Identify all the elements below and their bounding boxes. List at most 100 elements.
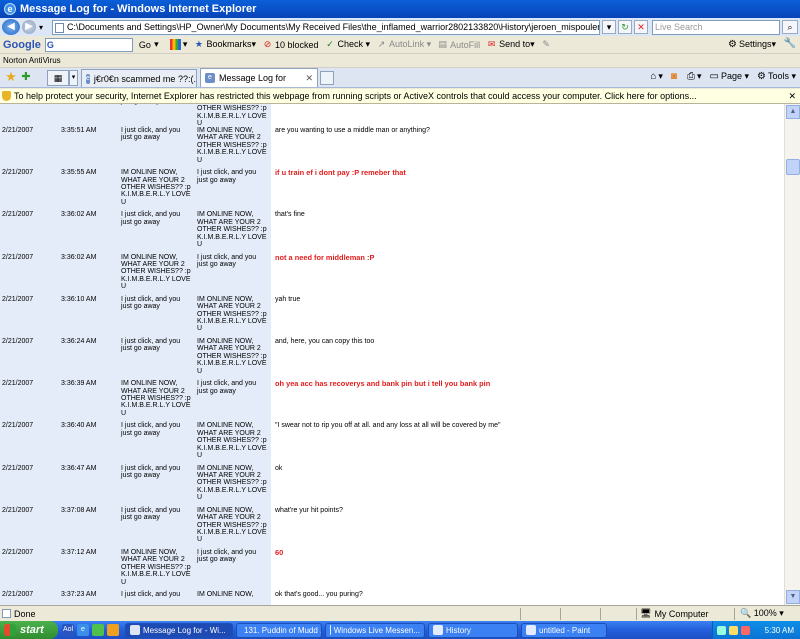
url-input[interactable]: C:\Documents and Settings\HP_Owner\My Do… [52,19,600,35]
add-favorites-icon[interactable]: ✚ [19,69,33,85]
quick-launch: Aol e [62,624,122,636]
send-to-label: Send to▾ [499,39,535,49]
cell-date: 2/21/2007 [2,506,34,514]
live-search-input[interactable]: Live Search [652,19,780,35]
close-icon[interactable]: ✕ [788,89,796,103]
scroll-down-icon[interactable]: ▼ [786,590,800,604]
new-tab-button[interactable] [320,71,334,85]
popup-blocker-button[interactable]: ⊘ 10 blocked [262,39,319,50]
google-go-label: Go [138,39,151,50]
star-icon: ★ [194,39,203,49]
cell-date: 2/21/2007 [2,549,34,556]
cell-time: 3:36:24 AM [61,338,97,345]
cell-message: and, here, you can copy this too [271,338,507,381]
back-button[interactable]: ◀ [2,19,20,35]
cell-time: 3:37:23 AM [61,591,97,599]
scroll-up-icon[interactable]: ▲ [786,105,800,119]
cell-from: I just click, and you just go away [121,127,181,142]
send-icon: ✉ [487,39,496,49]
shield-icon [2,91,11,101]
taskbar-button[interactable]: 131. Puddin of Mudd ... [236,622,322,638]
taskbar-button[interactable]: Message Log for - Wi... [125,622,233,638]
tab-scammed[interactable]: e j€r0€n scammed me ??:(... - ... [81,69,197,87]
google-search-input[interactable]: G [44,37,133,52]
google-settings-button[interactable]: ⚙ Settings▾ [728,39,776,50]
favorites-star-icon[interactable]: ★ [3,69,19,85]
print-button[interactable]: ⎙ ▾ [687,71,702,82]
messenger-icon[interactable] [92,624,104,636]
status-page-icon [2,609,11,618]
taskbar-button[interactable]: untitled - Paint [521,622,607,638]
command-bar: ⌂ ▾ ◙ ⎙ ▾ ▭ Page ▾ ⚙ Tools ▾ [642,71,796,82]
google-logo: Google [3,38,41,51]
bookmarks-button[interactable]: ★ Bookmarks▾ [193,39,256,50]
cell-date: 2/21/2007 [2,464,34,472]
recent-pages-dropdown[interactable]: ▾ [36,23,46,32]
page-menu[interactable]: ▭ Page ▾ [710,71,750,82]
tab-list-dropdown[interactable]: ▾ [69,70,78,86]
google-go-button[interactable]: Go ▾ [139,39,164,50]
feeds-button[interactable]: ◙ [671,71,679,82]
quick-tabs-button[interactable]: ▦ [47,70,69,86]
volume-icon[interactable] [729,625,738,635]
cell-date: 2/21/2007 [2,211,34,219]
taskbar-button[interactable]: Windows Live Messen... [325,622,425,638]
tools-gear-icon: ⚙ [757,71,766,82]
cell-time: 3:36:47 AM [61,464,97,472]
search-icon[interactable]: ⌕ [782,20,798,34]
cell-date: 2/21/2007 [2,380,34,388]
home-button[interactable]: ⌂ ▾ [650,71,663,82]
taskbar-button[interactable]: History [428,622,518,638]
cell-to: I just click, and you just go away [197,380,257,395]
cell-to: I just click, and you just go away [197,253,257,268]
refresh-button[interactable]: ↻ [618,20,632,34]
security-zone[interactable]: 🖥 My Computer [640,608,708,619]
network-icon[interactable] [717,625,726,635]
gear-icon: ⚙ [727,39,737,50]
cell-to: IM ONLINE NOW, WHAT ARE YOUR 2 OTHER WIS… [197,464,267,502]
tab-message-log[interactable]: e Message Log for ✕ [200,68,318,87]
autofill-label: AutoFill [450,39,481,50]
norton-toolbar: Norton AntiVirus [0,54,800,68]
google-g-icon: G [46,39,54,50]
clock: 5:30 AM [764,625,794,635]
autofill-icon: ▤ [438,39,447,49]
ie-logo-icon: e [4,3,16,15]
forward-button[interactable]: ▶ [22,20,36,34]
stop-button[interactable]: ✕ [634,20,648,34]
address-bar: ◀ ▶ ▾ C:\Documents and Settings\HP_Owner… [0,18,800,36]
cell-to: IM ONLINE NOW, WHAT ARE YOUR 2 OTHER WIS… [197,338,267,375]
cell-to: I just click, and you just go away [197,549,257,564]
status-divider [636,608,637,620]
cell-from: IM ONLINE NOW, WHAT ARE YOUR 2 OTHER WIS… [121,549,191,586]
status-divider [560,608,561,620]
close-tab-icon[interactable]: ✕ [305,73,313,84]
google-menu-button[interactable]: ▾ [169,39,187,50]
ie-quicklaunch-icon[interactable]: e [77,624,89,636]
pencil-button[interactable]: ✎ [541,39,554,50]
security-tray-icon[interactable] [741,625,750,635]
security-information-bar[interactable]: To help protect your security, Internet … [0,89,800,104]
vertical-scrollbar[interactable]: ▲ ▼ [784,104,800,605]
tools-menu[interactable]: ⚙ Tools ▾ [757,71,796,82]
spell-check-button[interactable]: ✓ Check ▾ [325,39,370,50]
chevron-down-icon: ▾ [154,39,159,49]
cell-from: IM ONLINE NOW, WHAT ARE YOUR 2 OTHER WIS… [121,169,191,206]
autofill-button[interactable]: ▤ AutoFill [437,39,480,50]
pencil-icon: ✎ [542,39,550,49]
aol-icon[interactable]: Aol [62,624,74,636]
cell-time: 3:37:08 AM [61,506,97,514]
title-bar: e Message Log for - Windows Internet Exp… [0,0,800,18]
scrollbar-thumb[interactable] [786,159,800,175]
wrench-icon[interactable]: 🔧 [784,38,796,49]
autolink-button[interactable]: ↗ AutoLink ▾ [376,39,431,50]
windows-logo-icon [4,624,16,636]
cell-time: 3:36:02 AM [61,211,97,219]
url-dropdown-button[interactable]: ▾ [602,20,616,34]
media-player-icon[interactable] [107,624,119,636]
send-to-button[interactable]: ✉ Send to▾ [486,39,535,50]
norton-label[interactable]: Norton AntiVirus [3,56,61,65]
start-button[interactable]: start [0,621,58,639]
zoom-button[interactable]: 🔍 100% ▾ [740,608,784,619]
cell-to: IM ONLINE NOW, WHAT ARE YOUR 2 OTHER WIS… [197,211,267,249]
